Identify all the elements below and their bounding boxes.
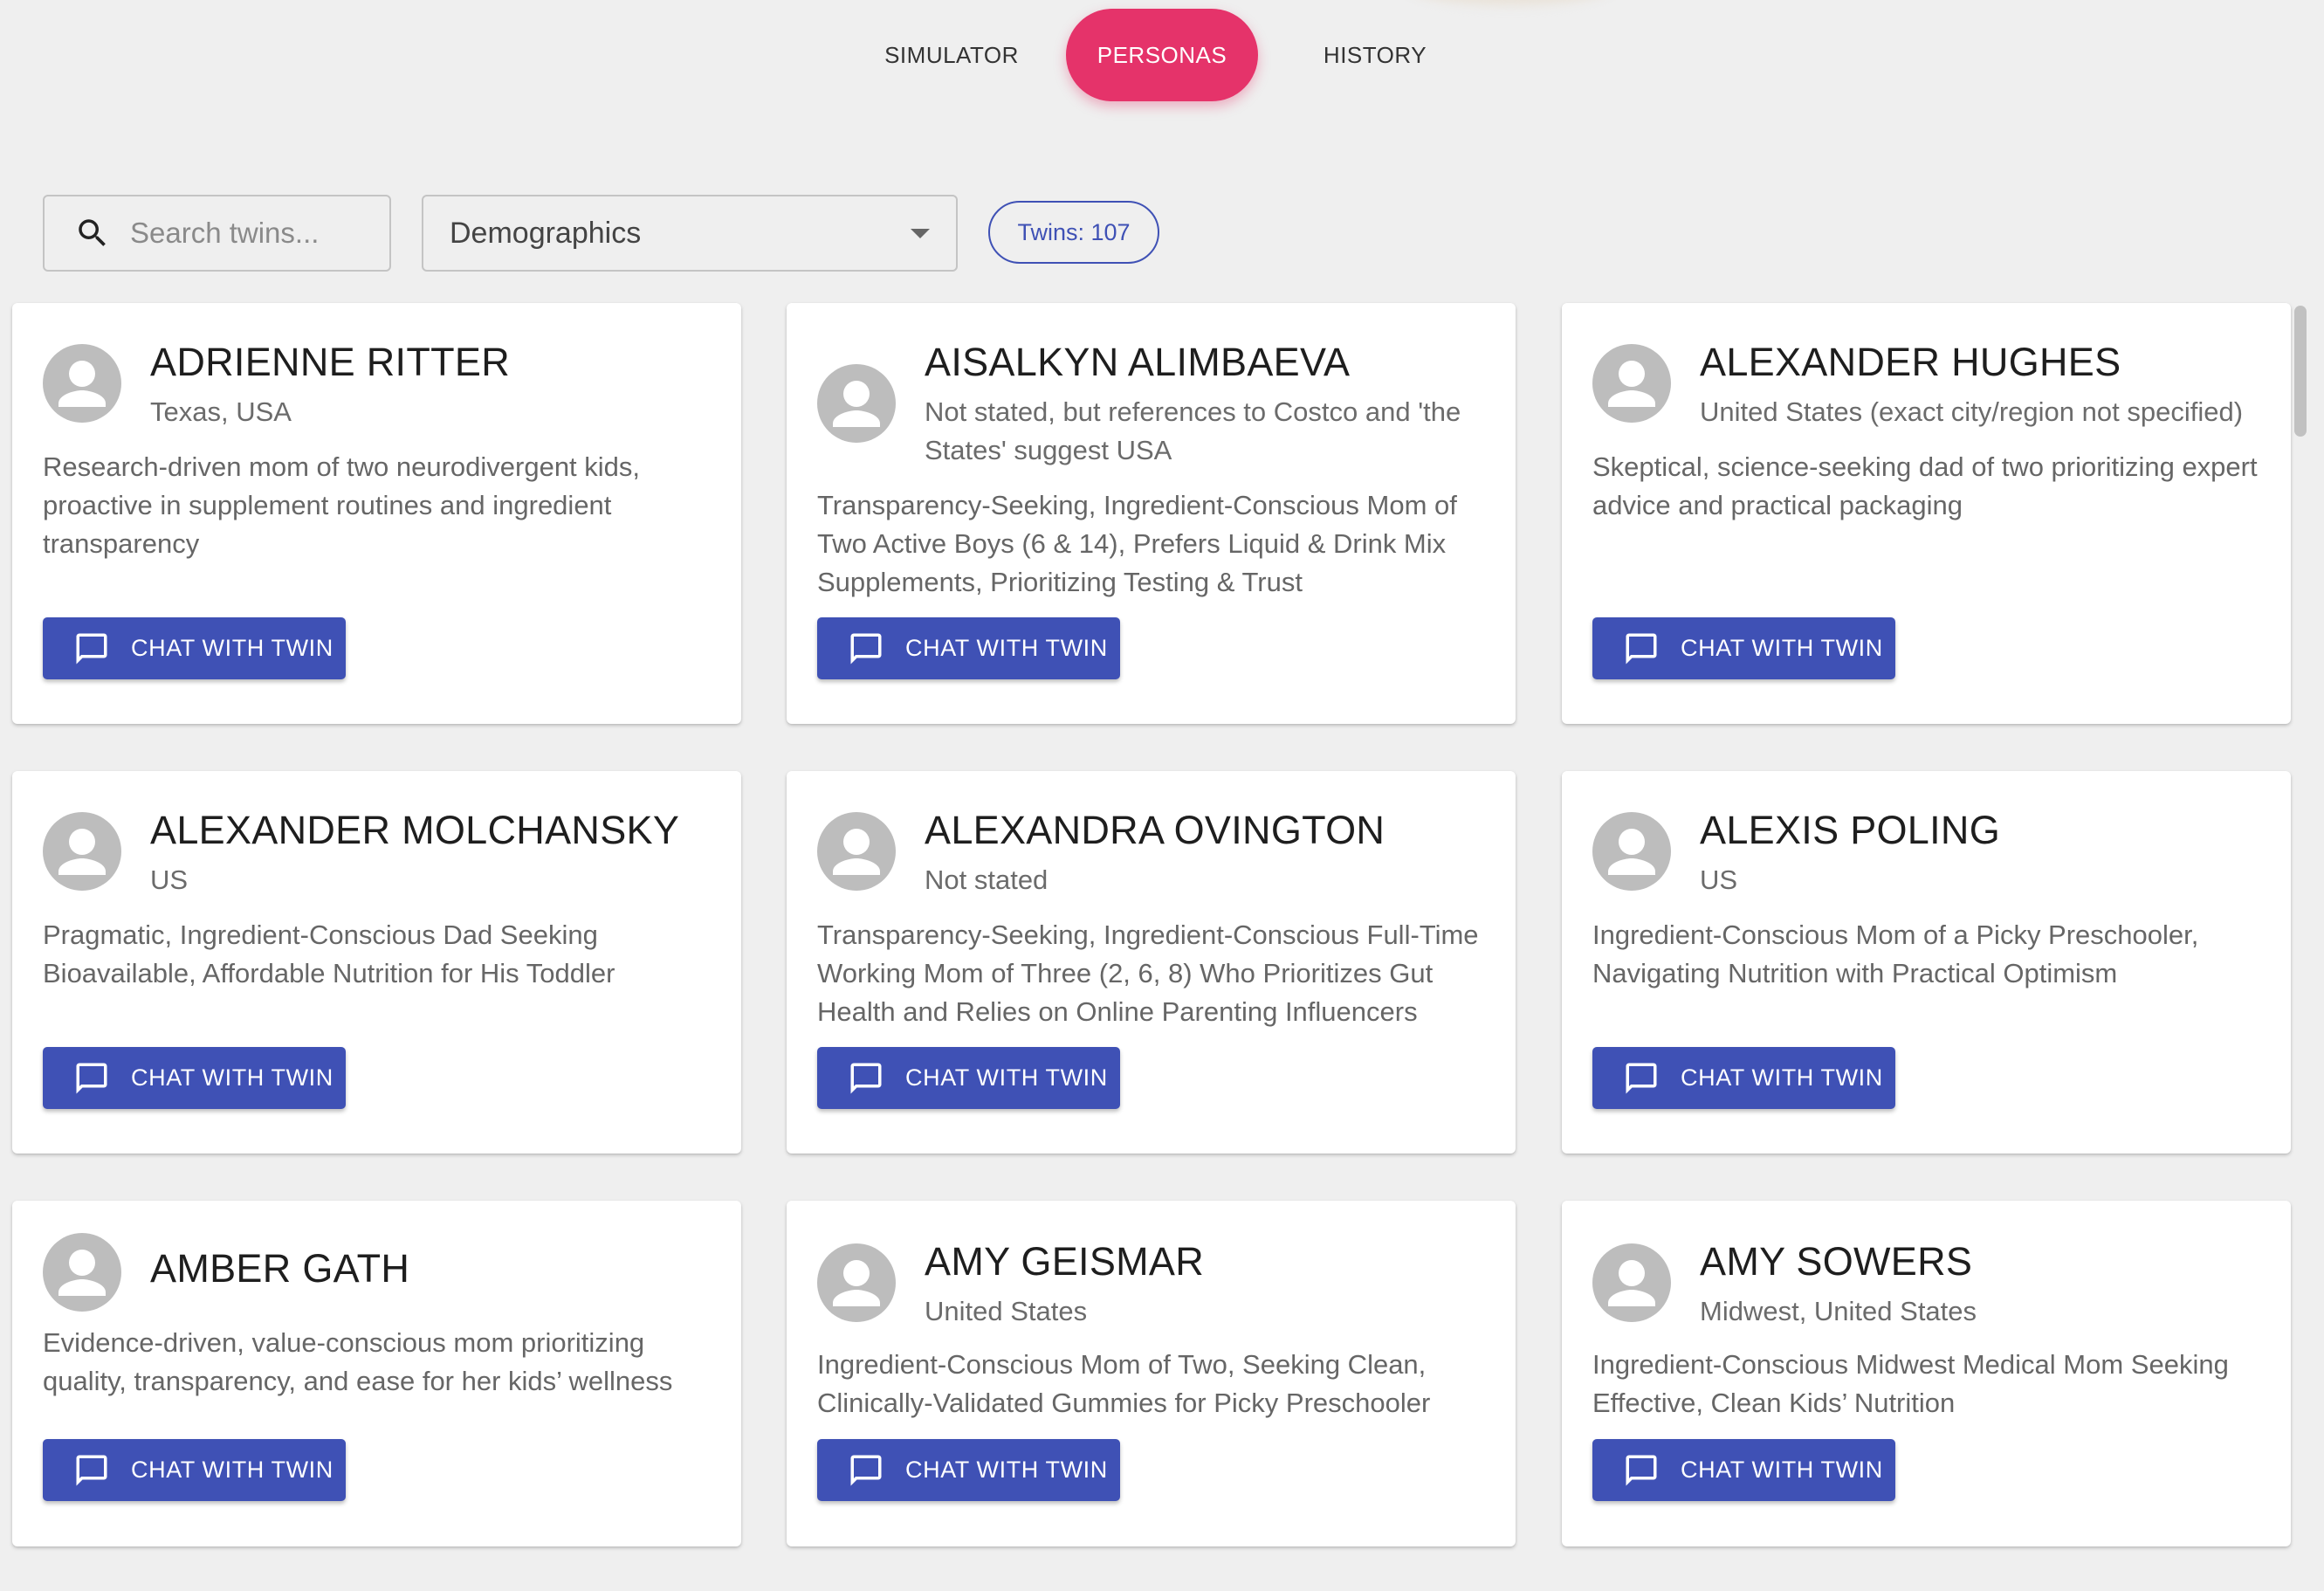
persona-description: Ingredient-Conscious Mom of a Picky Pres… [1592, 919, 2199, 988]
chat-with-twin-button[interactable]: CHAT WITH TWIN [817, 617, 1120, 679]
select-value: Demographics [450, 216, 642, 250]
persona-location: US [1700, 864, 1738, 895]
chat-with-twin-button[interactable]: CHAT WITH TWIN [43, 1047, 346, 1109]
button-label: CHAT WITH TWIN [905, 1457, 1108, 1483]
person-icon [833, 1260, 880, 1306]
persona-card: AISALKYN ALIMBAEVA Not stated, but refer… [787, 303, 1516, 724]
chat-with-twin-button[interactable]: CHAT WITH TWIN [43, 1439, 346, 1501]
avatar [43, 1233, 121, 1312]
persona-card: ALEXANDER HUGHES United States (exact ci… [1562, 303, 2291, 724]
tab-simulator[interactable]: SIMULATOR [864, 9, 1039, 101]
chat-icon [76, 1063, 107, 1093]
persona-location: US [150, 864, 189, 895]
avatar [817, 1243, 896, 1322]
demographics-select[interactable]: Demographics [422, 195, 958, 272]
personas-page: SIMULATOR PERSONAS HISTORY Demographics … [0, 0, 2324, 1591]
button-label: CHAT WITH TWIN [1681, 1064, 1883, 1091]
chat-with-twin-button[interactable]: CHAT WITH TWIN [1592, 1047, 1895, 1109]
persona-description: Research-driven mom of two neurodivergen… [43, 451, 641, 559]
chat-with-twin-button[interactable]: CHAT WITH TWIN [817, 1047, 1120, 1109]
button-label: CHAT WITH TWIN [905, 1064, 1108, 1091]
chat-icon [850, 1063, 882, 1093]
persona-location: Texas, USA [150, 396, 292, 427]
chat-with-twin-button[interactable]: CHAT WITH TWIN [1592, 617, 1895, 679]
caret-down-icon [911, 228, 930, 238]
persona-description: Evidence-driven, value-conscious mom pri… [43, 1327, 673, 1396]
persona-name: ADRIENNE RITTER [150, 340, 511, 384]
persona-name: ALEXIS POLING [1700, 808, 2001, 852]
avatar [43, 344, 121, 423]
chat-icon [850, 633, 882, 664]
avatar [1592, 1243, 1671, 1322]
tab-history[interactable]: HISTORY [1288, 9, 1462, 101]
persona-description: Transparency-Seeking, Ingredient-Conscio… [817, 490, 1457, 597]
persona-card: ALEXANDRA OVINGTON Not stated Transparen… [787, 771, 1516, 1154]
persona-name: AMY SOWERS [1700, 1239, 1973, 1284]
button-label: CHAT WITH TWIN [131, 1457, 333, 1483]
person-icon [1608, 829, 1655, 875]
chat-icon [1626, 1455, 1657, 1485]
chat-icon [76, 633, 107, 664]
chat-with-twin-button[interactable]: CHAT WITH TWIN [43, 617, 346, 679]
persona-card: ALEXANDER MOLCHANSKY US Pragmatic, Ingre… [12, 771, 741, 1154]
avatar [1592, 812, 1671, 891]
persona-card: ALEXIS POLING US Ingredient-Conscious Mo… [1562, 771, 2291, 1154]
avatar [817, 364, 896, 443]
person-icon [833, 381, 880, 427]
button-label: CHAT WITH TWIN [1681, 1457, 1883, 1483]
persona-description: Ingredient-Conscious Mom of Two, Seeking… [817, 1349, 1431, 1418]
person-icon [58, 1250, 106, 1296]
avatar [817, 812, 896, 891]
person-icon [833, 829, 880, 875]
persona-location: United States (exact city/region not spe… [1700, 396, 2244, 427]
person-icon [58, 361, 106, 407]
button-label: CHAT WITH TWIN [131, 635, 333, 661]
persona-location: Not stated, but references to Costco and… [925, 396, 1461, 465]
tab-personas[interactable]: PERSONAS [1066, 9, 1258, 101]
person-icon [1608, 361, 1655, 407]
search-icon [79, 219, 106, 246]
search-box[interactable] [43, 195, 391, 272]
button-label: CHAT WITH TWIN [905, 635, 1108, 661]
persona-name: ALEXANDRA OVINGTON [925, 808, 1385, 852]
persona-card: AMY GEISMAR United States Ingredient-Con… [787, 1201, 1516, 1546]
search-input[interactable] [130, 217, 366, 250]
button-label: CHAT WITH TWIN [1681, 635, 1883, 661]
persona-location: Not stated [925, 864, 1049, 895]
persona-name: ALEXANDER MOLCHANSKY [150, 808, 680, 852]
person-icon [1608, 1260, 1655, 1306]
persona-name: ALEXANDER HUGHES [1700, 340, 2121, 384]
chat-with-twin-button[interactable]: CHAT WITH TWIN [1592, 1439, 1895, 1501]
button-label: CHAT WITH TWIN [131, 1064, 333, 1091]
persona-location: Midwest, United States [1700, 1296, 1977, 1326]
chat-icon [1626, 1063, 1657, 1093]
chat-with-twin-button[interactable]: CHAT WITH TWIN [817, 1439, 1120, 1501]
chat-icon [1626, 633, 1657, 664]
persona-description: Transparency-Seeking, Ingredient-Conscio… [817, 919, 1479, 1027]
avatar [1592, 344, 1671, 423]
chat-icon [76, 1455, 107, 1485]
persona-name: AMBER GATH [150, 1246, 410, 1291]
persona-card: AMY SOWERS Midwest, United States Ingred… [1562, 1201, 2291, 1546]
scrollbar-thumb[interactable] [2294, 306, 2307, 437]
decorative-blob [1406, 0, 1615, 5]
persona-location: United States [925, 1296, 1088, 1326]
persona-description: Ingredient-Conscious Midwest Medical Mom… [1592, 1349, 2229, 1418]
persona-name: AMY GEISMAR [925, 1239, 1205, 1284]
chat-icon [850, 1455, 882, 1485]
person-icon [58, 829, 106, 875]
persona-description: Skeptical, science-seeking dad of two pr… [1592, 451, 2258, 520]
avatar [43, 812, 121, 891]
persona-card: ADRIENNE RITTER Texas, USA Research-driv… [12, 303, 741, 724]
persona-name: AISALKYN ALIMBAEVA [925, 340, 1351, 384]
top-nav: SIMULATOR PERSONAS HISTORY [0, 9, 2324, 103]
persona-description: Pragmatic, Ingredient-Conscious Dad Seek… [43, 919, 615, 988]
twins-count-chip: Twins: 107 [988, 201, 1159, 264]
persona-card: AMBER GATH Evidence-driven, value-consci… [12, 1201, 741, 1546]
